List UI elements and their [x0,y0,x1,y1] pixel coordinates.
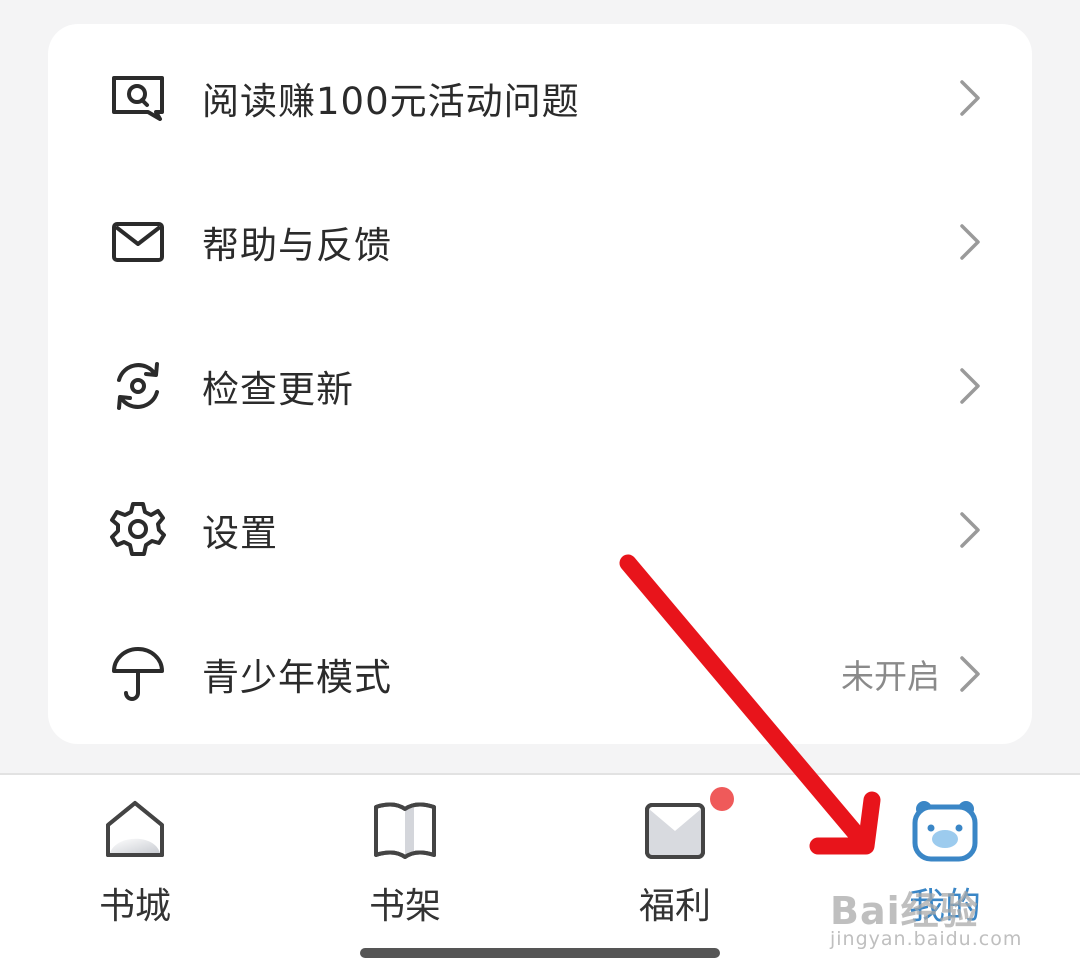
menu-item-settings[interactable]: 设置 [48,458,1032,602]
tab-mine[interactable]: 我的 [875,795,1015,927]
bear-face-icon [912,801,978,862]
chevron-right-icon [960,224,980,260]
menu-item-reading-activity[interactable]: 阅读赚100元活动问题 [48,26,1032,170]
chevron-right-icon [960,512,980,548]
chevron-right-icon [960,656,980,692]
menu-item-check-update[interactable]: 检查更新 [48,314,1032,458]
home-icon [106,801,164,857]
menu-item-help-feedback[interactable]: 帮助与反馈 [48,170,1032,314]
tab-label: 书架 [368,886,441,927]
home-indicator [360,948,720,958]
tab-label: 我的 [908,886,981,927]
refresh-update-icon [106,354,170,418]
teen-mode-status: 未开启 [841,657,940,696]
notification-badge [710,787,734,811]
menu-card: 阅读赚100元活动问题 帮助与反馈 检查更新 设置 青少年模式 未开启 [48,24,1032,744]
gift-envelope-icon [645,803,705,859]
tab-welfare[interactable]: 福利 [605,787,745,927]
menu-item-label: 帮助与反馈 [202,224,392,267]
tab-label: 福利 [638,886,711,927]
chevron-right-icon [960,368,980,404]
menu-item-label: 检查更新 [202,368,354,411]
chevron-right-icon [960,80,980,116]
tab-bookshelf[interactable]: 书架 [335,795,475,927]
umbrella-icon [106,642,170,706]
tab-bookstore[interactable]: 书城 [65,795,205,927]
mail-icon [106,210,170,274]
book-icon [374,802,436,859]
menu-item-label: 阅读赚100元活动问题 [202,80,580,123]
tab-label: 书城 [98,886,171,927]
menu-item-teen-mode[interactable]: 青少年模式 未开启 [48,602,1032,746]
feedback-chat-icon [106,66,170,130]
menu-item-label: 青少年模式 [202,656,392,699]
gear-icon [106,498,170,562]
menu-item-label: 设置 [202,512,278,555]
